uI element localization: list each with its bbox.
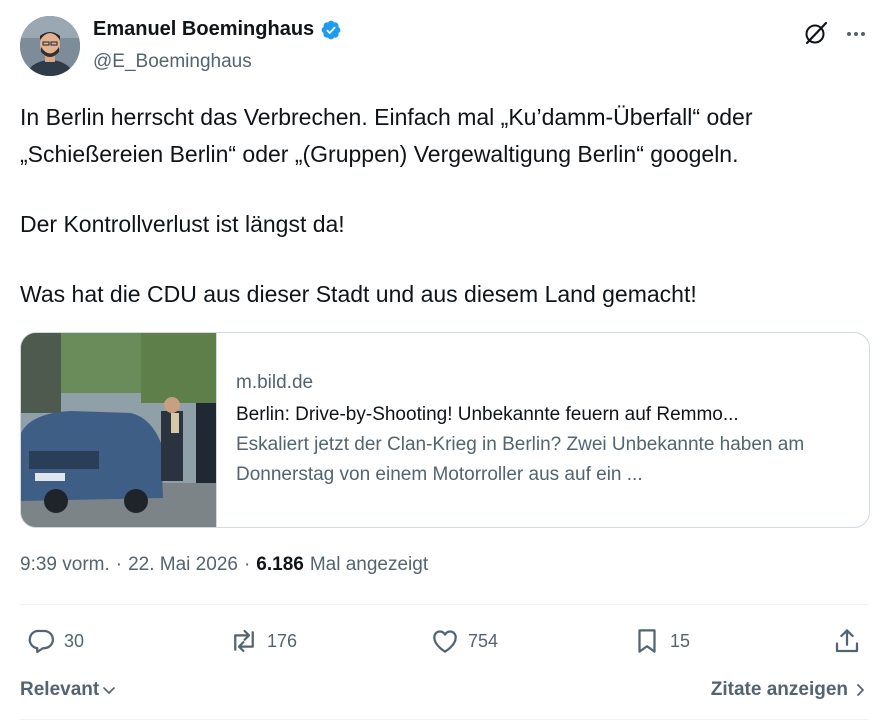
author-display-name[interactable]: Emanuel Boeminghaus bbox=[93, 18, 314, 41]
avatar-image bbox=[20, 16, 80, 76]
repost-icon bbox=[234, 629, 254, 653]
tweet-text: In Berlin herrscht das Verbrechen. Einfa… bbox=[20, 99, 880, 313]
chevron-right-icon bbox=[857, 684, 864, 696]
tweet-paragraph: In Berlin herrscht das Verbrechen. Einfa… bbox=[20, 104, 753, 167]
author-handle[interactable]: @E_Boeminghaus bbox=[93, 51, 252, 73]
avatar[interactable] bbox=[20, 16, 80, 76]
like-icon bbox=[433, 630, 457, 653]
views-label: Mal angezeigt bbox=[309, 554, 429, 575]
meta-separator: · bbox=[115, 554, 123, 575]
share-button[interactable] bbox=[832, 626, 862, 656]
views-count: 6.186 bbox=[256, 554, 304, 575]
tweet-date[interactable]: 22. Mai 2026 bbox=[128, 554, 238, 576]
like-button[interactable]: 754 bbox=[430, 626, 498, 656]
divider bbox=[20, 604, 868, 605]
chevron-down-icon bbox=[103, 687, 116, 694]
sort-dropdown[interactable]: Relevant bbox=[20, 679, 117, 701]
tweet-paragraph: Der Kontrollverlust ist längst da! bbox=[20, 211, 345, 237]
reply-icon bbox=[28, 629, 54, 654]
divider bbox=[20, 719, 868, 720]
bookmark-button[interactable]: 15 bbox=[632, 626, 690, 656]
view-quotes-label: Zitate anzeigen bbox=[710, 679, 848, 700]
tweet-time[interactable]: 9:39 vorm. bbox=[20, 554, 110, 576]
link-preview-image bbox=[21, 333, 217, 527]
grok-icon[interactable] bbox=[803, 20, 829, 46]
tweet-meta: 9:39 vorm. · 22. Mai 2026 · 6.186 Mal an… bbox=[20, 554, 428, 576]
view-quotes-link[interactable]: Zitate anzeigen bbox=[711, 679, 868, 701]
card-title: Berlin: Drive-by-Shooting! Unbekannte fe… bbox=[236, 404, 739, 425]
like-count: 754 bbox=[468, 630, 499, 651]
repost-count: 176 bbox=[267, 630, 298, 651]
tweet-paragraph: Was hat die CDU aus dieser Stadt und aus… bbox=[20, 281, 697, 307]
bookmark-count: 15 bbox=[670, 630, 691, 651]
verified-icon[interactable] bbox=[320, 19, 342, 41]
author-name-row: Emanuel Boeminghaus bbox=[93, 18, 342, 41]
card-description: Eskaliert jetzt der Clan-Krieg in Berlin… bbox=[236, 434, 805, 485]
bookmark-icon bbox=[638, 629, 656, 653]
link-preview-card[interactable]: m.bild.de Berlin: Drive-by-Shooting! Unb… bbox=[20, 332, 870, 528]
share-icon bbox=[835, 629, 859, 653]
repost-button[interactable]: 176 bbox=[229, 626, 297, 656]
meta-separator: · bbox=[243, 554, 251, 575]
reply-button[interactable]: 30 bbox=[26, 626, 84, 656]
sort-label: Relevant bbox=[20, 679, 100, 700]
card-domain: m.bild.de bbox=[236, 372, 314, 393]
more-icon[interactable] bbox=[844, 22, 868, 46]
reply-count: 30 bbox=[64, 630, 85, 651]
